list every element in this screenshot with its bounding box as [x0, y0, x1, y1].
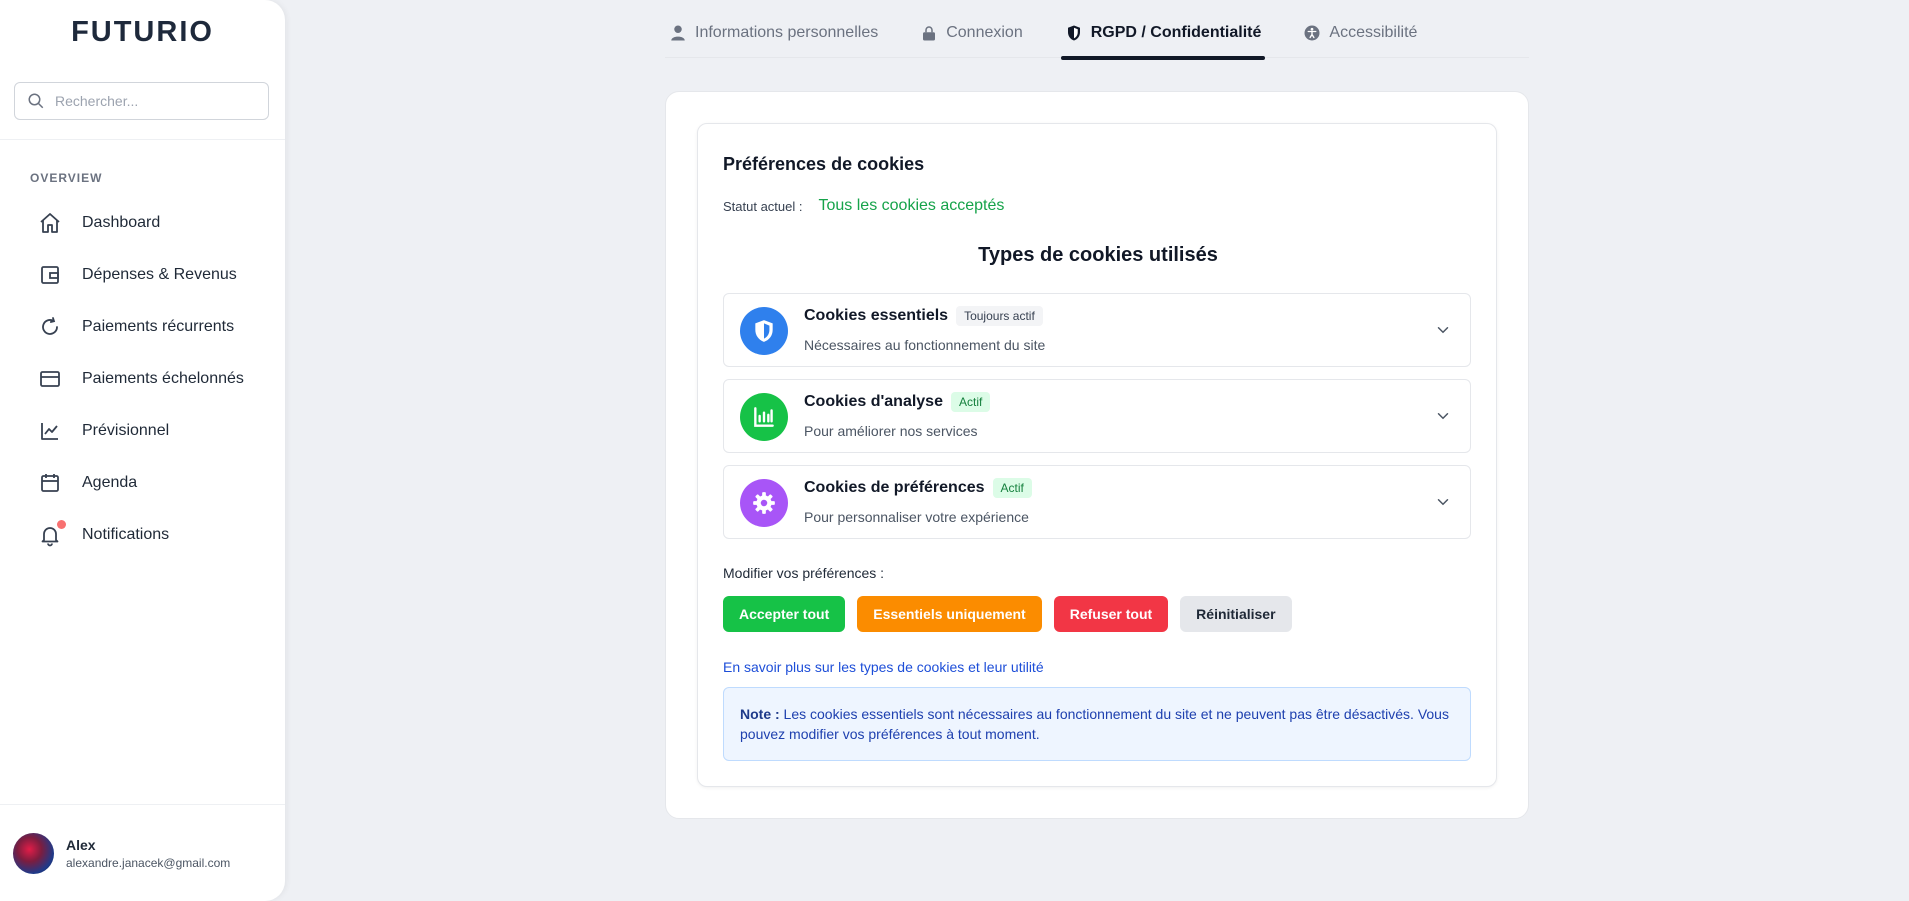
cookie-preferences-card: Préférences de cookies Statut actuel : T… [697, 123, 1497, 787]
sidebar-item-notifications[interactable]: Notifications [30, 509, 270, 561]
tab-label: RGPD / Confidentialité [1090, 24, 1262, 41]
chevron-down-icon[interactable] [1434, 493, 1452, 511]
sidebar-item-label: Agenda [82, 474, 138, 491]
bell-icon [38, 520, 66, 547]
avatar[interactable] [13, 833, 54, 874]
cookie-title: Cookies de préférences [804, 479, 985, 496]
wallet-icon [38, 263, 62, 287]
tab-informations-personnelles[interactable]: Informations personnelles [665, 16, 882, 58]
shield-icon [1067, 25, 1080, 41]
sidebar-item-label: Notifications [82, 526, 170, 543]
chevron-down-icon[interactable] [1434, 407, 1452, 425]
sidebar-item-label: Paiements échelonnés [82, 370, 244, 387]
refresh-icon [38, 315, 62, 339]
info-note: Note : Les cookies essentiels sont néces… [723, 687, 1471, 761]
sidebar-divider [0, 139, 285, 140]
status-badge: Actif [950, 392, 991, 412]
user-info: Alex alexandre.janacek@gmail.com [66, 837, 230, 870]
lock-icon [923, 26, 936, 41]
cookie-row-preferences[interactable]: Cookies de préférences Actif Pour person… [723, 465, 1471, 539]
search-input[interactable] [55, 93, 255, 109]
chart-line-icon [38, 419, 62, 443]
cookie-description: Pour personnaliser votre expérience [804, 509, 1029, 525]
cookie-title: Cookies essentiels [804, 307, 949, 324]
search-box[interactable] [14, 82, 269, 120]
cookie-types-title: Types de cookies utilisés [978, 244, 1218, 266]
tab-label: Connexion [946, 24, 1023, 41]
tab-label: Informations personnelles [695, 24, 879, 41]
gear-icon [740, 479, 788, 527]
credit-card-icon [38, 367, 62, 391]
sidebar-section-label: OVERVIEW [30, 171, 103, 185]
sidebar-nav: Dashboard Dépenses & Revenus Paiements r… [30, 197, 270, 561]
cookie-title-line: Cookies essentiels Toujours actif [804, 306, 1043, 326]
status-badge: Toujours actif [956, 306, 1043, 326]
sidebar-item-paiements-echelonnes[interactable]: Paiements échelonnés [30, 353, 270, 405]
sidebar-item-label: Dépenses & Revenus [82, 266, 237, 283]
user-profile[interactable]: Alex alexandre.janacek@gmail.com [13, 833, 230, 874]
cookie-description: Nécessaires au fonctionnement du site [804, 337, 1046, 353]
user-email: alexandre.janacek@gmail.com [66, 856, 231, 870]
preference-buttons: Accepter tout Essentiels uniquement Refu… [723, 596, 1304, 632]
note-text: Les cookies essentiels sont nécessaires … [740, 706, 1449, 742]
sidebar-item-agenda[interactable]: Agenda [30, 457, 270, 509]
cookie-title-line: Cookies de préférences Actif [804, 478, 1032, 498]
user-icon [671, 25, 685, 41]
note-label: Note : [740, 706, 780, 722]
sidebar-item-dashboard[interactable]: Dashboard [30, 197, 270, 249]
cookie-row-essentiels[interactable]: Cookies essentiels Toujours actif Nécess… [723, 293, 1471, 367]
cookie-status: Statut actuel : Tous les cookies accepté… [723, 197, 1004, 215]
chevron-down-icon[interactable] [1434, 321, 1452, 339]
settings-tabs: Informations personnelles Connexion RGPD… [665, 16, 1529, 60]
learn-more-link[interactable]: En savoir plus sur les types de cookies … [723, 659, 1044, 675]
accept-all-button[interactable]: Accepter tout [723, 596, 846, 632]
essentials-only-button[interactable]: Essentiels uniquement [857, 596, 1042, 632]
sidebar: FUTURIO OVERVIEW Dashboard Dépenses & Re… [0, 0, 285, 901]
sidebar-item-depenses-revenus[interactable]: Dépenses & Revenus [30, 249, 270, 301]
accessibility-icon [1304, 25, 1320, 41]
home-icon [38, 211, 62, 235]
refuse-all-button[interactable]: Refuser tout [1053, 596, 1169, 632]
search-icon [28, 93, 44, 109]
sidebar-item-label: Prévisionnel [82, 422, 170, 439]
cookie-row-analyse[interactable]: Cookies d'analyse Actif Pour améliorer n… [723, 379, 1471, 453]
sidebar-item-paiements-recurrents[interactable]: Paiements récurrents [30, 301, 270, 353]
reset-button[interactable]: Réinitialiser [1180, 596, 1292, 632]
cookie-description: Pour améliorer nos services [804, 423, 978, 439]
cookie-title: Cookies d'analyse [804, 393, 943, 410]
notification-dot [57, 520, 66, 529]
tab-rgpd-confidentialite[interactable]: RGPD / Confidentialité [1060, 16, 1266, 60]
modify-preferences-label: Modifier vos préférences : [723, 565, 885, 581]
card-title: Préférences de cookies [723, 154, 925, 174]
tab-connexion[interactable]: Connexion [916, 16, 1027, 58]
status-value: Tous les cookies acceptés [818, 197, 1005, 214]
user-name: Alex [66, 837, 96, 853]
sidebar-item-label: Paiements récurrents [82, 318, 235, 335]
status-label: Statut actuel : [723, 198, 803, 214]
tab-accessibilite[interactable]: Accessibilité [1299, 16, 1421, 58]
chart-bar-icon [740, 393, 788, 441]
sidebar-item-label: Dashboard [82, 214, 161, 231]
cookie-title-line: Cookies d'analyse Actif [804, 392, 991, 412]
sidebar-item-previsionnel[interactable]: Prévisionnel [30, 405, 270, 457]
calendar-icon [38, 471, 62, 495]
status-badge: Actif [992, 478, 1032, 498]
tab-label: Accessibilité [1329, 24, 1418, 41]
sidebar-divider [0, 804, 285, 805]
app-logo[interactable]: FUTURIO [0, 16, 285, 49]
shield-icon [740, 307, 788, 355]
